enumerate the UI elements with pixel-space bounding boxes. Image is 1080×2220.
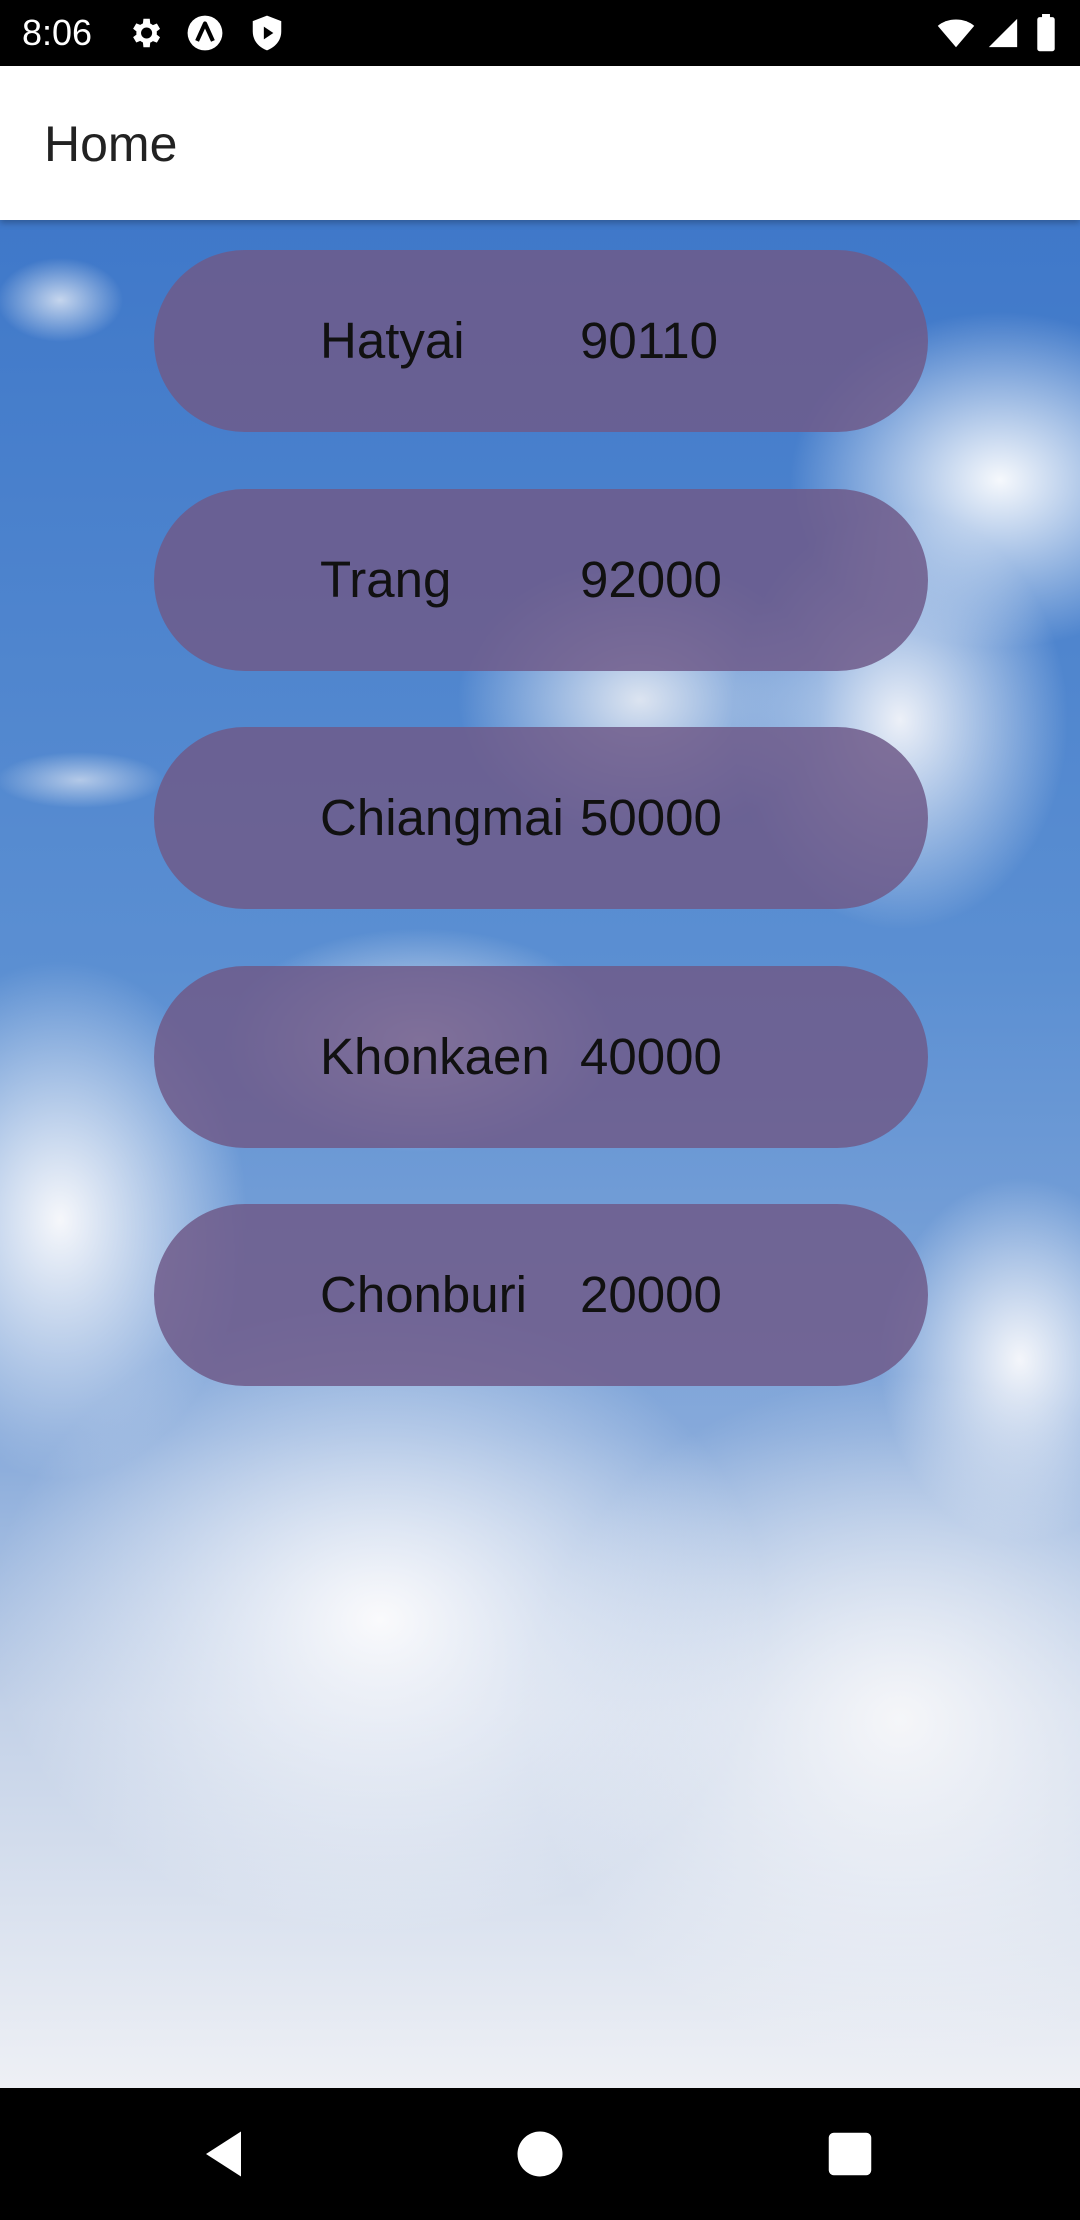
list-item-trang[interactable]: Trang 92000 xyxy=(154,489,928,671)
back-icon[interactable] xyxy=(196,2124,256,2184)
signal-icon xyxy=(988,18,1018,48)
postal-code: 20000 xyxy=(580,1266,722,1323)
app-bar: Home xyxy=(0,66,1080,220)
postal-code: 92000 xyxy=(580,551,722,608)
city-name: Chonburi xyxy=(320,1266,527,1323)
city-name: Chiangmai xyxy=(320,789,564,846)
list-item-khonkaen[interactable]: Khonkaen 40000 xyxy=(154,966,928,1148)
list-item-chonburi[interactable]: Chonburi 20000 xyxy=(154,1204,928,1386)
city-name: Trang xyxy=(320,551,452,608)
postal-code: 90110 xyxy=(580,312,719,369)
city-name: Hatyai xyxy=(320,312,465,369)
home-icon[interactable] xyxy=(510,2124,570,2184)
wifi-icon xyxy=(937,19,975,48)
settings-gear-icon xyxy=(133,18,161,48)
postal-code: 50000 xyxy=(580,789,722,846)
status-bar: 8:06 xyxy=(0,0,1080,66)
status-time: 8:06 xyxy=(22,12,93,53)
list-item-chiangmai[interactable]: Chiangmai 50000 xyxy=(154,727,928,909)
battery-icon xyxy=(1037,14,1055,52)
city-name: Khonkaen xyxy=(320,1028,550,1085)
page-title: Home xyxy=(44,116,178,172)
list-item-hatyai[interactable]: Hatyai 90110 xyxy=(154,250,928,432)
sky-background: Hatyai 90110 Trang 92000 Chiangmai 50000… xyxy=(0,220,1080,2088)
postal-code: 40000 xyxy=(580,1028,722,1085)
shield-icon xyxy=(252,15,282,51)
a-circle-icon xyxy=(187,15,223,51)
recents-icon[interactable] xyxy=(820,2124,880,2184)
navigation-bar xyxy=(0,2088,1080,2220)
